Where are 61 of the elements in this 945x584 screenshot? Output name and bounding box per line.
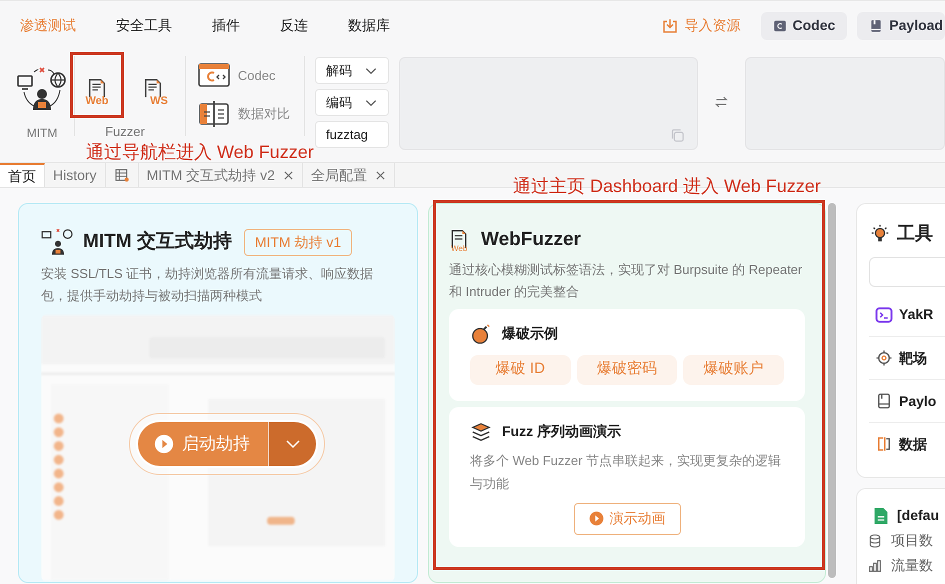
tab[interactable]: 首页 xyxy=(0,163,45,187)
book-icon xyxy=(869,18,884,32)
chart-icon xyxy=(867,558,883,574)
play-icon xyxy=(154,434,174,454)
tab[interactable]: MITM 交互式劫持 v2 xyxy=(138,163,303,187)
annotation-text: 通过导航栏进入 Web Fuzzer xyxy=(86,140,314,164)
menu-tab[interactable]: 安全工具 xyxy=(116,15,172,36)
document-icon xyxy=(449,228,469,250)
menu-tab[interactable]: 反连 xyxy=(280,15,308,36)
section-title: 爆破示例 xyxy=(502,324,558,343)
dropdown-button[interactable]: 解码 xyxy=(314,57,389,84)
data-link[interactable]: 项目数 xyxy=(867,530,933,551)
dropdown-button[interactable] xyxy=(268,422,316,466)
terminal-icon xyxy=(875,306,893,324)
section-description: 将多个 Web Fuzzer 节点串联起来，实现更复杂的逻辑与功能 xyxy=(470,452,782,492)
card-description: 通过核心模糊测试标签语法，实现了对 Burpsuite 的 Repeater 和 Intruder 的完美整合 xyxy=(449,260,804,300)
tool-list-item[interactable]: 数据 xyxy=(869,422,945,465)
section-title: Fuzz 序列动画演示 xyxy=(502,422,621,441)
tool-list-item[interactable]: Paylo xyxy=(869,379,945,422)
compare-icon xyxy=(875,435,893,453)
spreadsheet-icon xyxy=(873,506,889,526)
card-title: MITM 交互式劫持 xyxy=(83,230,232,254)
action-button[interactable]: fuzztag xyxy=(314,121,389,148)
card-title: 工具 xyxy=(897,222,933,245)
tool-list-item[interactable]: 靶场 xyxy=(869,336,945,379)
swap-icon[interactable] xyxy=(714,94,730,110)
play-icon xyxy=(588,511,604,526)
data-link[interactable]: 流量数 xyxy=(867,555,933,576)
group-label: Fuzzer xyxy=(105,123,145,141)
bomb-icon xyxy=(470,322,492,344)
close-icon[interactable] xyxy=(374,170,386,180)
codec-icon xyxy=(772,18,786,32)
group-label: MITM xyxy=(26,125,58,142)
mitm-network-icon xyxy=(41,228,75,256)
compare-icon xyxy=(198,100,230,128)
table-icon xyxy=(114,167,130,183)
tool-link[interactable]: Codec xyxy=(198,62,304,90)
import-icon xyxy=(660,16,678,34)
target-icon xyxy=(875,349,893,367)
lightbulb-icon xyxy=(869,222,891,244)
search-field[interactable] xyxy=(869,257,945,287)
tab[interactable]: 全局配置 xyxy=(302,163,395,187)
tool-link[interactable]: 数据对比 xyxy=(198,100,304,128)
tab[interactable]: History xyxy=(45,163,106,187)
layers-icon xyxy=(470,420,492,442)
icon-label: Web xyxy=(451,244,468,253)
toolbar-button[interactable]: Codec xyxy=(760,12,848,40)
card-description: 安装 SSL/TLS 证书，劫持浏览器所有流量请求、响应数据包，提供手动劫持与被动扫描两种模式 xyxy=(41,264,374,304)
card-title: WebFuzzer xyxy=(481,228,581,252)
menu-tab[interactable]: 数据库 xyxy=(348,15,390,36)
close-icon[interactable] xyxy=(282,170,294,180)
tool-list-item[interactable]: YakR xyxy=(869,293,945,336)
menu-tab[interactable]: 插件 xyxy=(212,15,240,36)
dropdown-button[interactable]: 编码 xyxy=(314,89,389,116)
toolbar-button[interactable]: Payload xyxy=(857,12,945,40)
book-icon xyxy=(875,392,893,410)
scrollbar[interactable] xyxy=(828,203,836,578)
code-window-icon xyxy=(198,62,230,90)
annotation-text: 通过主页 Dashboard 进入 Web Fuzzer xyxy=(513,175,821,198)
card-title: [defau xyxy=(897,506,939,525)
database-icon xyxy=(867,532,883,548)
